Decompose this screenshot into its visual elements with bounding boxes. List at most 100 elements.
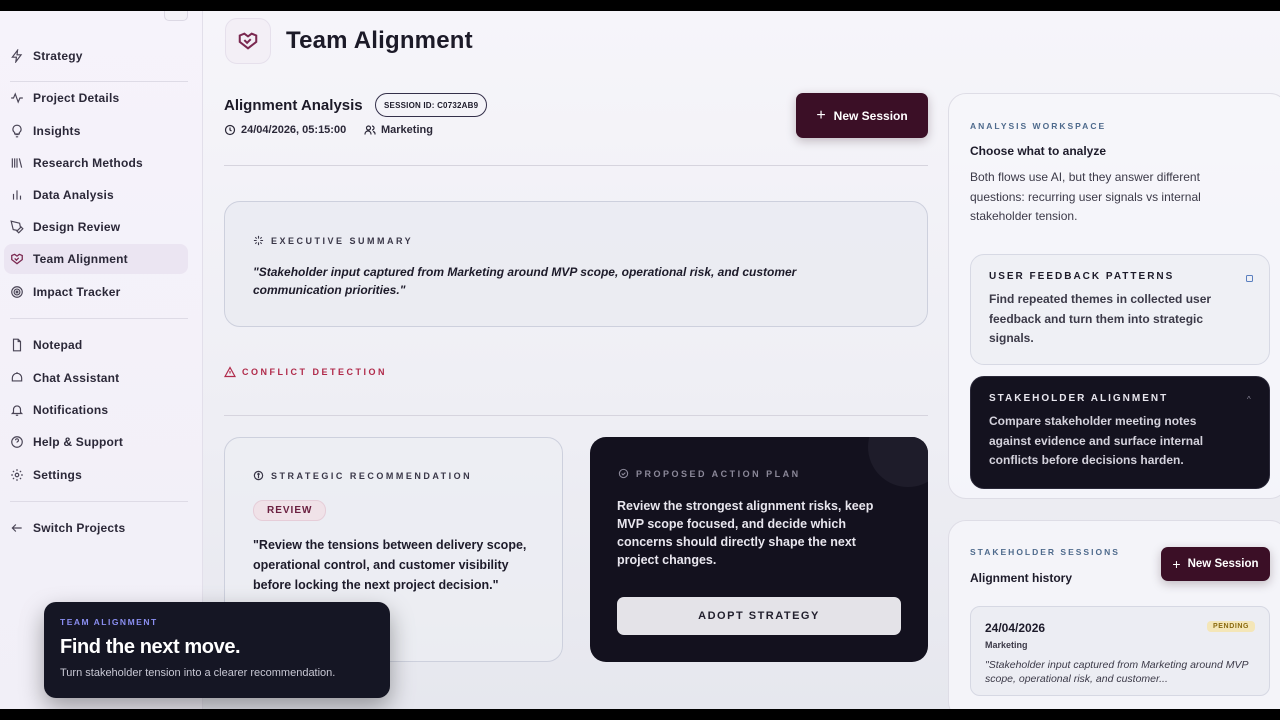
bar-chart-icon <box>10 188 24 202</box>
adopt-strategy-button[interactable]: ADOPT STRATEGY <box>617 597 901 635</box>
recommendation-text: "Review the tensions between delivery sc… <box>253 538 527 592</box>
new-session-label: New Session <box>833 108 908 123</box>
plus-icon: + <box>1172 556 1181 572</box>
sidebar-divider <box>10 501 188 502</box>
executive-summary-card: EXECUTIVE SUMMARY "Stakeholder input cap… <box>224 201 928 327</box>
session-summary: "Stakeholder input captured from Marketi… <box>985 659 1249 685</box>
sidebar-item-label: Switch Projects <box>33 521 126 535</box>
sidebar-item-label: Settings <box>33 468 82 482</box>
sidebar-divider <box>10 81 188 82</box>
lightbulb-icon <box>10 124 24 138</box>
new-session-button[interactable]: + New Session <box>796 93 928 138</box>
sidebar-item-strategy[interactable]: Strategy <box>4 41 188 71</box>
sidebar-item-notifications[interactable]: Notifications <box>4 395 188 425</box>
divider <box>224 415 928 416</box>
sidebar-item-label: Notepad <box>33 338 83 352</box>
review-badge: REVIEW <box>253 500 327 521</box>
analysis-workspace-panel: ANALYSIS WORKSPACE Choose what to analyz… <box>948 93 1280 499</box>
handshake-icon <box>10 252 24 266</box>
session-team: Marketing <box>364 124 433 136</box>
warning-icon <box>224 366 242 378</box>
sidebar-item-impact-tracker[interactable]: Impact Tracker <box>4 277 188 307</box>
workspace-title: Choose what to analyze <box>970 144 1107 158</box>
toast-description: Turn stakeholder tension into a clearer … <box>60 667 336 679</box>
sidebar-item-label: Notifications <box>33 403 109 417</box>
clock-icon <box>224 124 241 136</box>
recommendation-kicker: STRATEGIC RECOMMENDATION <box>253 470 472 481</box>
page-title: Team Alignment <box>286 27 473 54</box>
sidebar-item-label: Research Methods <box>33 156 143 170</box>
kicker-text: STRATEGIC RECOMMENDATION <box>271 470 473 481</box>
toast-title: Find the next move. <box>60 636 241 658</box>
sparkle-icon <box>253 235 271 246</box>
team-alignment-toast: TEAM ALIGNMENT Find the next move. Turn … <box>44 602 390 698</box>
sidebar-item-label: Chat Assistant <box>33 371 120 385</box>
arrow-left-icon <box>10 521 24 535</box>
sidebar-item-label: Data Analysis <box>33 188 114 202</box>
sidebar-item-label: Team Alignment <box>33 252 128 266</box>
option-description: Compare stakeholder meeting notes agains… <box>989 414 1204 467</box>
executive-summary-kicker: EXECUTIVE SUMMARY <box>253 235 413 246</box>
compass-icon <box>253 470 271 481</box>
library-icon <box>10 156 24 170</box>
new-session-label: New Session <box>1187 558 1259 570</box>
plus-icon: + <box>816 106 826 124</box>
conflict-detection-label: CONFLICT DETECTION <box>224 366 387 378</box>
option-user-feedback-patterns[interactable]: USER FEEDBACK PATTERNS Find repeated the… <box>970 254 1270 365</box>
kicker-text: EXECUTIVE SUMMARY <box>271 235 414 246</box>
page-icon <box>225 18 271 64</box>
sidebar-item-insights[interactable]: Insights <box>4 116 188 146</box>
sidebar-item-team-alignment[interactable]: Team Alignment <box>4 244 188 274</box>
square-icon <box>1246 275 1253 282</box>
toast-kicker: TEAM ALIGNMENT <box>60 617 158 627</box>
sidebar-item-settings[interactable]: Settings <box>4 460 188 490</box>
workspace-kicker: ANALYSIS WORKSPACE <box>970 121 1107 131</box>
sidebar-item-label: Design Review <box>33 220 121 234</box>
sidebar-item-notepad[interactable]: Notepad <box>4 330 188 360</box>
sidebar-divider <box>10 318 188 319</box>
bell-icon <box>10 403 24 417</box>
option-description: Find repeated themes in collected user f… <box>989 292 1212 345</box>
status-badge: PENDING <box>1207 621 1256 632</box>
activity-icon <box>10 91 24 105</box>
analysis-title: Alignment Analysis <box>224 97 363 114</box>
users-icon <box>364 124 381 136</box>
target-icon <box>10 285 24 299</box>
conflict-text: CONFLICT DETECTION <box>242 367 387 377</box>
session-history-item[interactable]: 24/04/2026 PENDING Marketing "Stakeholde… <box>970 606 1270 696</box>
handshake-icon <box>237 30 259 52</box>
lightning-icon <box>10 49 24 63</box>
sidebar-item-switch-projects[interactable]: Switch Projects <box>4 513 188 543</box>
session-datetime: 24/04/2026, 05:15:00 <box>224 124 346 136</box>
sidebar-item-chat-assistant[interactable]: Chat Assistant <box>4 363 188 393</box>
new-session-button-secondary[interactable]: + New Session <box>1161 547 1270 581</box>
kicker-text: PROPOSED ACTION PLAN <box>636 468 801 479</box>
file-icon <box>10 338 24 352</box>
help-circle-icon <box>10 435 24 449</box>
session-date: 24/04/2026 <box>985 621 1046 635</box>
sidebar-item-project-details[interactable]: Project Details <box>4 83 188 113</box>
stakeholder-sessions-panel: STAKEHOLDER SESSIONS Alignment history +… <box>948 520 1280 709</box>
executive-summary-text: "Stakeholder input captured from Marketi… <box>253 265 797 297</box>
sidebar-item-label: Insights <box>33 124 81 138</box>
action-plan-kicker: PROPOSED ACTION PLAN <box>618 468 801 479</box>
pen-tool-icon <box>10 220 24 234</box>
decorative-circle <box>868 437 928 487</box>
option-title: USER FEEDBACK PATTERNS <box>989 271 1175 282</box>
sidebar-item-label: Help & Support <box>33 435 124 449</box>
sidebar-item-research-methods[interactable]: Research Methods <box>4 148 188 178</box>
sidebar-item-data-analysis[interactable]: Data Analysis <box>4 180 188 210</box>
chat-bot-icon <box>10 371 24 385</box>
gear-icon <box>10 468 24 482</box>
option-stakeholder-alignment[interactable]: STAKEHOLDER ALIGNMENT ^ Compare stakehol… <box>970 376 1270 489</box>
check-circle-icon <box>618 468 636 479</box>
session-id-badge: SESSION ID: C0732AB9 <box>375 93 488 117</box>
workspace-description: Both flows use AI, but they answer diffe… <box>970 170 1201 223</box>
sidebar-item-design-review[interactable]: Design Review <box>4 212 188 242</box>
app-window: Strategy Project Details Insights Resear… <box>0 11 1280 709</box>
chevron-up-icon: ^ <box>1247 395 1251 404</box>
sidebar-collapse-button[interactable] <box>164 11 188 21</box>
sessions-kicker: STAKEHOLDER SESSIONS <box>970 547 1120 557</box>
sidebar-item-help-support[interactable]: Help & Support <box>4 427 188 457</box>
option-title: STAKEHOLDER ALIGNMENT <box>989 393 1169 404</box>
